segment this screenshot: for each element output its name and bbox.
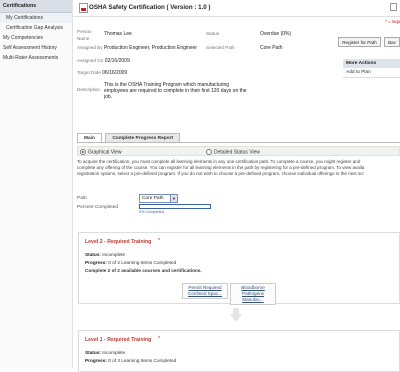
target-date-label: Target Date [77,70,101,75]
view-toggle-bar: Graphical View Detailed Status View [77,146,400,156]
sidebar-item-multi-rater-assessments[interactable]: Multi-Rater Assessments [0,53,72,63]
left-sidebar: Certifications My Certifications Certifi… [0,0,73,368]
target-date-value: 06/16/2009 [102,70,128,76]
sidebar-item-self-assessment-history[interactable]: Self Assessment History [0,43,72,53]
course-permit-required-confined-space[interactable]: Permit Required Confined Spac... [182,283,228,299]
add-to-plan-link[interactable]: Add to Plan [343,68,400,78]
tab-main[interactable]: Main [77,133,102,142]
level-status: Status: Incomplete [85,350,125,355]
sidebar-item-gap-analysis[interactable]: Certification Gap Analysis [0,23,72,33]
percent-completed-label: Percent Completed [77,205,119,210]
level-progress-label: Progress: [85,260,107,265]
assigned-on-value: 02/16/2009 [104,58,130,64]
assigned-on-label: Assigned On [77,58,104,63]
required-asterisk: * [158,238,160,244]
graphical-view-radio[interactable] [80,148,86,155]
person-name-value: Thomas Lee [104,31,132,37]
sidebar-item-my-certifications[interactable]: My Certifications [0,13,72,23]
back-button[interactable]: Bac [384,37,400,47]
graphical-view-option[interactable]: Graphical View [80,148,122,155]
level-card: Level 2 - Required Training * Status: In… [78,232,400,305]
percent-completed-text: 0% Completed [139,210,164,214]
status-label: Status [206,31,220,36]
level-complete-note: Complete 2 of 2 available courses and ce… [85,268,202,273]
main-content: OSHA Safety Certification ( Version : 1.… [73,0,400,372]
level-card: Level 1 - Required Training * Status: In… [78,330,400,372]
detailed-view-radio[interactable] [206,148,212,155]
sidebar-item-my-competencies[interactable]: My Competencies [0,33,72,43]
page-title: OSHA Safety Certification ( Version : 1.… [89,4,211,11]
level-status: Status: Incomplete [85,252,125,257]
required-note: * = requ [385,19,400,24]
percent-completed-bar [139,204,211,209]
level-progress-value: 0 of 2 Learning Items Completed [108,260,177,265]
graphical-view-label: Graphical View [88,148,122,155]
more-actions-panel: More Actions Add to Plan [343,59,400,78]
instructions-line: registration options, select a pre-defin… [77,171,364,176]
instructions-text: To acquire the certification, you must c… [77,159,400,177]
more-actions-title: More Actions [343,59,400,68]
path-label: Path [77,196,87,201]
level-progress-value: 0 of 3 Learning Items Completed [108,358,177,363]
print-icon[interactable] [390,3,397,11]
level-progress: Progress: 0 of 3 Learning Items Complete… [85,358,176,363]
required-asterisk: * [158,336,160,342]
assigned-by-label: Assigned By [77,45,103,50]
level-progress-label: Progress: [85,358,107,363]
register-for-path-button[interactable]: Register for Path [338,37,381,47]
path-select-value: Core Path [142,196,164,201]
level-title: Level 1 - Required Training [85,337,152,343]
path-select[interactable]: Core Path ▼ [139,194,178,203]
description-value: This is the OSHA Training Program which … [104,82,247,100]
tab-divider [77,142,400,143]
down-arrow-icon [230,314,242,322]
tab-complete-progress-report[interactable]: Complete Progress Report [105,133,181,142]
action-buttons: Register for Path Bac [336,37,400,47]
sidebar-header-certifications[interactable]: Certifications [0,0,72,13]
selected-path-value: Core Path [260,45,283,51]
assigned-by-value: Production Engineer, Production Engineer [103,45,198,51]
status-value: Overdue (0%) [260,31,292,37]
chevron-down-icon[interactable]: ▼ [170,195,177,202]
description-label: Description [77,87,100,92]
level-title: Level 2 - Required Training [85,239,152,245]
level-status-value: Incomplete [102,252,126,257]
level-progress: Progress: 0 of 2 Learning Items Complete… [85,260,176,265]
detailed-view-option[interactable]: Detailed Status View [206,148,261,155]
pdf-icon [79,3,88,13]
selected-path-label: Selected Path [206,45,235,50]
course-bloodborne-pathogens[interactable]: Bloodborne Pathogens Manufac... [230,283,276,305]
title-bar: OSHA Safety Certification ( Version : 1.… [73,0,400,17]
detailed-view-label: Detailed Status View [214,148,261,155]
tab-bar: Main Complete Progress Report [77,133,182,142]
level-status-label: Status: [85,252,101,257]
level-status-value: Incomplete [102,350,126,355]
person-name-label: Person Name [77,29,92,41]
level-status-label: Status: [85,350,101,355]
